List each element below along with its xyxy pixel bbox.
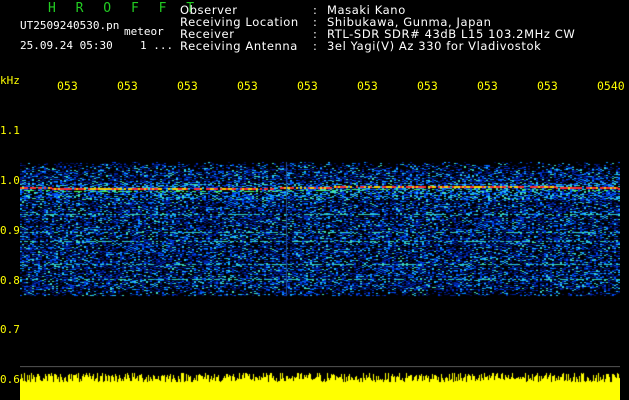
time-tick: 053 <box>57 79 78 93</box>
counter-label: 1 ... <box>140 39 174 52</box>
spectrogram <box>20 96 620 366</box>
freq-tick: 0.8 <box>0 274 20 287</box>
datetime-label: 25.09.24 05:30 <box>20 39 113 52</box>
time-tick: 053 <box>357 79 378 93</box>
filename-label: UT2509240530.pn <box>20 19 120 32</box>
time-tick: 053 <box>117 79 138 93</box>
separator: : <box>313 39 318 53</box>
freq-tick: 0.6 <box>0 373 20 386</box>
time-tick: 053 <box>537 79 558 93</box>
time-tick: 053 <box>177 79 198 93</box>
antenna-value: 3el Yagi(V) Az 330 for Vladivostok <box>327 39 542 53</box>
unit-label: kHz <box>0 74 20 87</box>
time-tick: 053 <box>297 79 318 93</box>
freq-tick: 1.1 <box>0 124 20 137</box>
freq-tick: 1.0 <box>0 174 20 187</box>
freq-tick: 0.7 <box>0 323 20 336</box>
amplitude-strip <box>20 366 620 400</box>
time-tick: 053 <box>417 79 438 93</box>
freq-tick: 0.9 <box>0 224 20 237</box>
app-logo: H R O F F T <box>48 1 201 16</box>
filename-suffix: meteor <box>124 25 164 38</box>
time-tick: 053 <box>477 79 498 93</box>
time-tick: 0540 <box>597 79 625 93</box>
time-tick: 053 <box>237 79 258 93</box>
antenna-label: Receiving Antenna <box>180 39 298 53</box>
